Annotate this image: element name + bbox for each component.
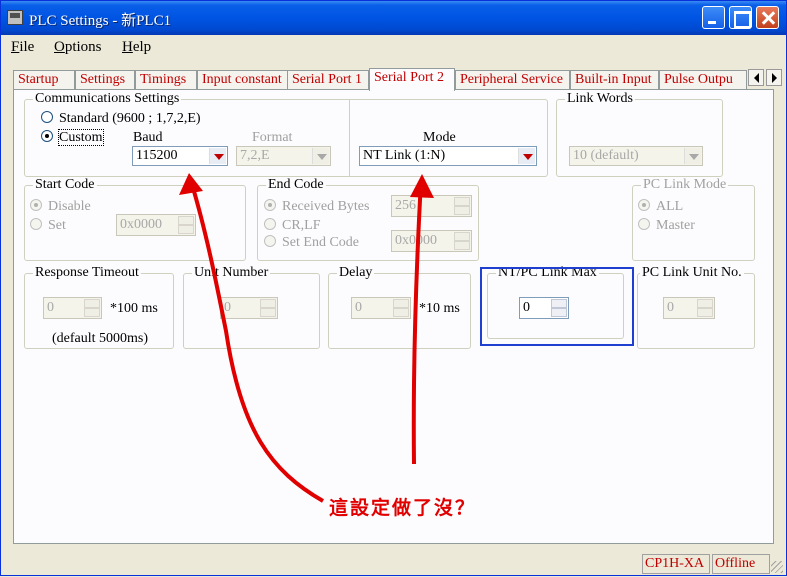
status-state: Offline [712, 554, 770, 574]
resize-grip-icon[interactable] [771, 561, 783, 573]
tab-serial-port-2[interactable]: Serial Port 2 [369, 68, 455, 91]
status-model: CP1H-XA [642, 554, 710, 574]
annotation-text: 這設定做了沒？ [329, 497, 477, 519]
arrow-to-mode-head [410, 174, 434, 198]
status-bar: CP1H-XA Offline [1, 553, 786, 575]
arrow-to-mode [411, 180, 423, 465]
arrow-to-baud [189, 180, 325, 503]
plc-settings-window: PLC Settings - 新PLC1 File Options Help S… [0, 0, 787, 576]
arrow-to-baud-head [179, 173, 203, 195]
